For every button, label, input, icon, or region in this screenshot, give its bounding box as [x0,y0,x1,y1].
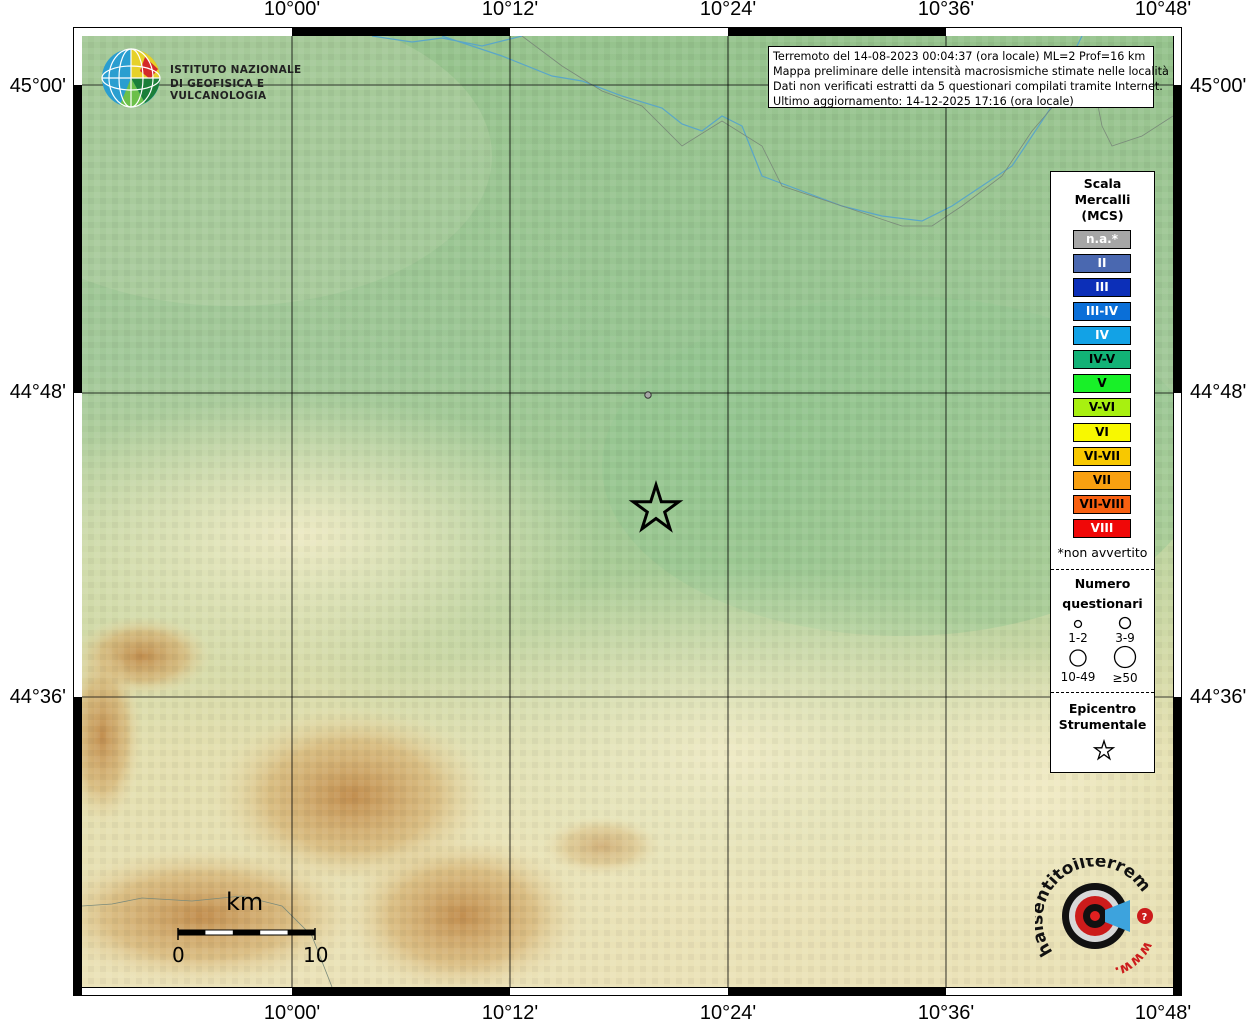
legend-class-v-vi: V-VI [1073,398,1131,417]
lon-label-bottom-3: 10°24' [699,1002,757,1024]
legend-title-2: Mercalli [1074,192,1131,207]
terrain-map[interactable] [82,36,1173,987]
legend-note: *non avvertito [1057,545,1148,560]
legend-epi-title-1: Epicentro [1068,701,1137,716]
lat-label-right-3: 44°36' [1190,686,1247,708]
legend-size-3-9: 3-9 [1115,631,1135,645]
legend-panel: Scala Mercalli (MCS) n.a.* II III III-IV… [1050,171,1155,773]
questionnaire-point [644,391,652,399]
scalebar [177,928,316,940]
lon-label-top-5: 10°48' [1134,0,1192,20]
legend-class-iv-v: IV-V [1073,350,1131,369]
legend-class-na: n.a.* [1073,230,1131,249]
lon-label-top-2: 10°12' [481,0,539,20]
lat-label-left-2: 44°48' [9,381,66,403]
scalebar-min: 0 [172,943,185,967]
haisentito-logo[interactable]: ? haisentitoilterremoto.it www. [1027,843,1163,986]
lon-label-top-3: 10°24' [699,0,757,20]
lat-label-left-1: 45°00' [9,75,66,97]
globe-icon [101,48,161,108]
svg-text:?: ? [1142,912,1148,923]
lon-label-top-1: 10°00' [263,0,321,20]
terrain-svg [82,36,1173,987]
legend-size-50: ≥50 [1112,671,1138,685]
event-info-line3: Dati non verificati estratti da 5 questi… [773,80,1163,93]
lat-label-left-3: 44°36' [9,686,66,708]
legend-divider-2 [1051,692,1154,693]
ingv-name-line1: ISTITUTO NAZIONALE [170,64,302,76]
map-frame [73,27,1182,996]
scalebar-max: 10 [303,943,329,967]
haisentito-logo-icon: ? haisentitoilterremoto.it www. [1027,843,1156,980]
legend-class-vii: VII [1073,471,1131,490]
lon-label-bottom-2: 10°12' [481,1002,539,1024]
haisentito-www: www. [1112,939,1155,980]
legend-class-vi: VI [1073,423,1131,442]
legend-class-viii: VIII [1073,519,1131,538]
legend-class-iii-iv: III-IV [1073,302,1131,321]
legend-class-vi-vii: VI-VII [1073,447,1131,466]
legend-class-iv: IV [1073,326,1131,345]
lat-label-right-2: 44°48' [1190,381,1247,403]
legend-epicenter-star-icon [1092,738,1116,761]
legend-title-3: (MCS) [1081,208,1124,223]
ingv-name-line2: DI GEOFISICA E VULCANOLOGIA [170,78,267,102]
legend-class-vii-viii: VII-VIII [1073,495,1131,514]
legend-epi-title-2: Strumentale [1058,717,1147,732]
lon-label-bottom-5: 10°48' [1134,1002,1192,1024]
legend-count-title-1: Numero [1074,576,1131,591]
legend-class-iii: III [1073,278,1131,297]
event-info-box: Terremoto del 14-08-2023 00:04:37 (ora l… [768,46,1169,108]
legend-count-title-2: questionari [1062,596,1143,611]
event-info-line4: Ultimo aggiornamento: 14-12-2025 17:16 (… [773,95,1074,108]
legend-title-1: Scala [1083,176,1122,191]
lon-label-top-4: 10°36' [917,0,975,20]
legend-size-1-2: 1-2 [1068,631,1088,645]
legend-divider-1 [1051,569,1154,570]
scalebar-unit: km [226,888,264,916]
ingv-logo: ISTITUTO NAZIONALE DI GEOFISICA E VULCAN… [100,47,310,109]
lat-label-right-1: 45°00' [1190,75,1247,97]
lon-label-bottom-1: 10°00' [263,1002,321,1024]
legend-class-ii: II [1073,254,1131,273]
legend-class-v: V [1073,374,1131,393]
lon-label-bottom-4: 10°36' [917,1002,975,1024]
legend-size-10-49: 10-49 [1060,670,1096,684]
event-info-line1: Terremoto del 14-08-2023 00:04:37 (ora l… [773,50,1146,63]
event-info-line2: Mappa preliminare delle intensità macros… [773,65,1169,78]
